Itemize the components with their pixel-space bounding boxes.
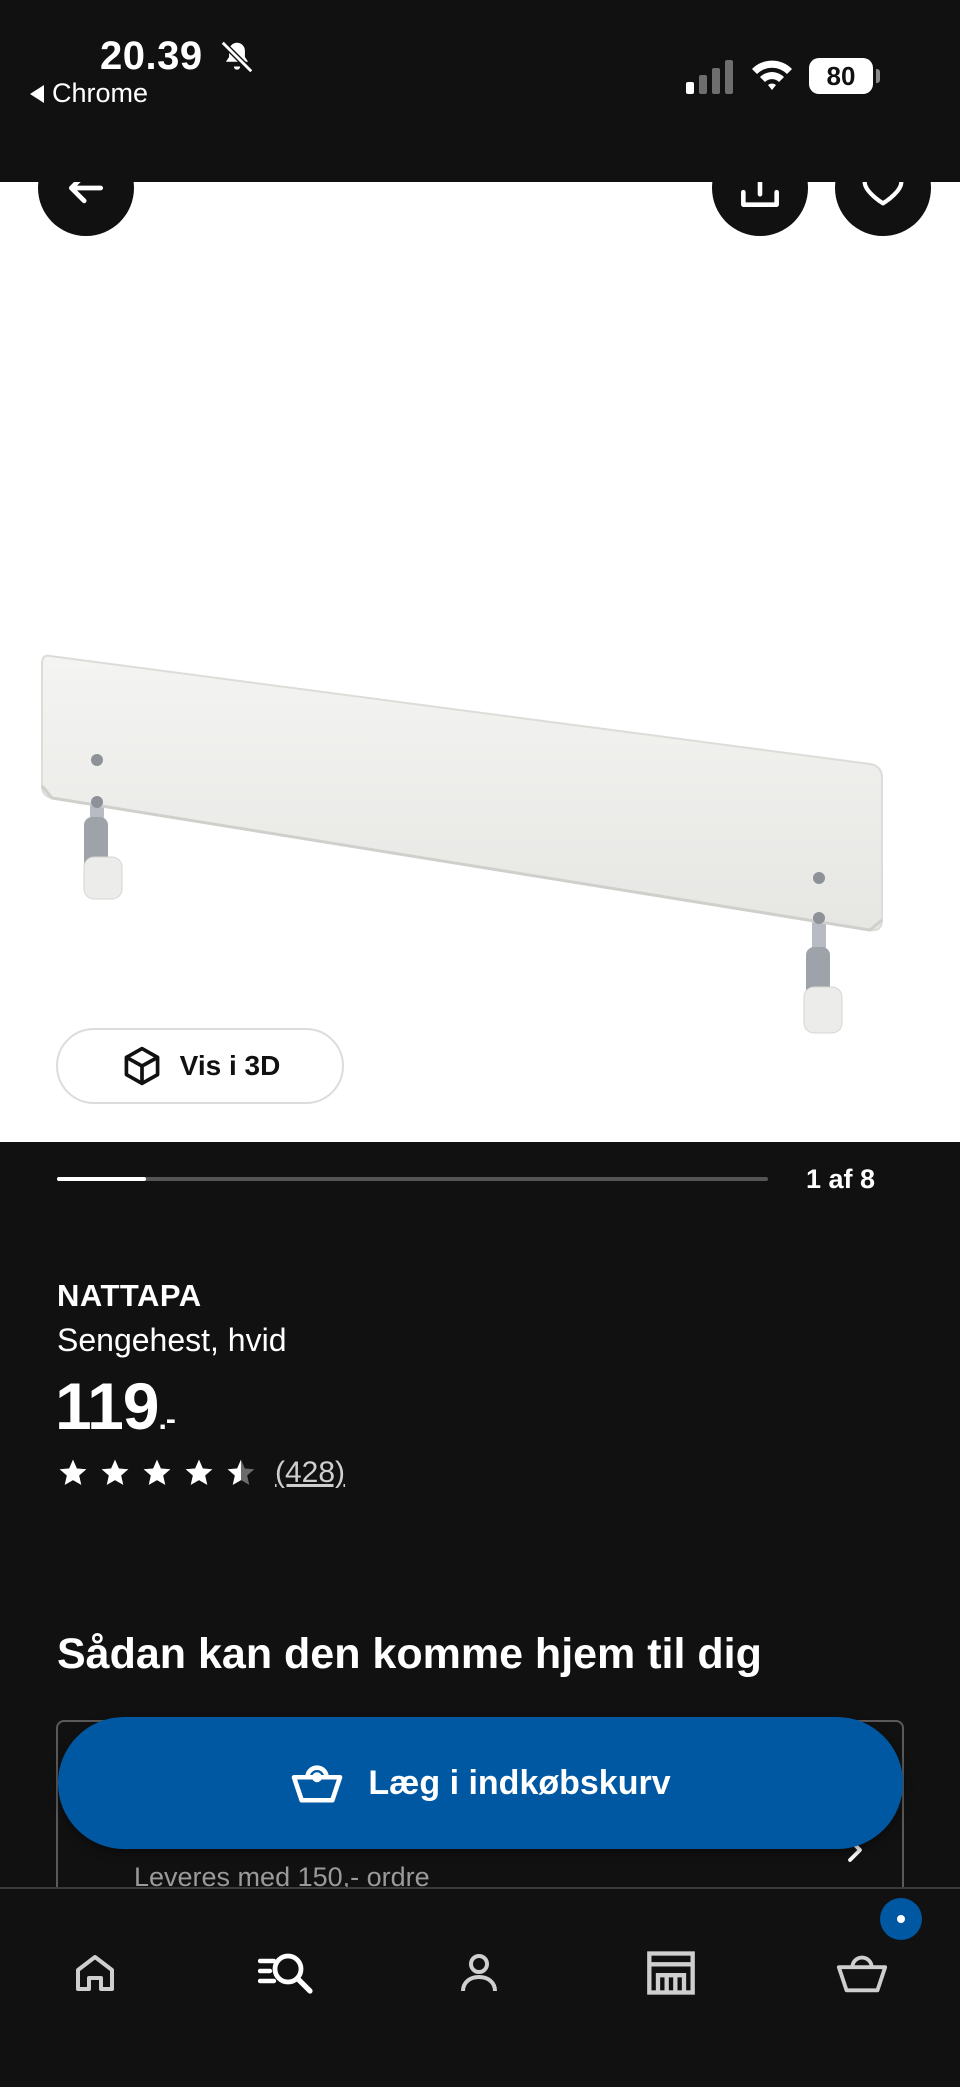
product-price: 119.- bbox=[55, 1368, 176, 1444]
product-image-gallery[interactable]: Vis i 3D bbox=[0, 182, 960, 1142]
product-rating[interactable]: (428) bbox=[57, 1456, 345, 1490]
nav-home[interactable] bbox=[67, 1945, 123, 2001]
bell-muted-icon bbox=[220, 40, 254, 74]
back-app-label: Chrome bbox=[52, 78, 149, 108]
gallery-page-indicator: 1 af 8 bbox=[806, 1164, 876, 1194]
gallery-progress-fill bbox=[57, 1177, 146, 1181]
gallery-progress-bar bbox=[57, 1177, 768, 1181]
share-button[interactable] bbox=[712, 182, 808, 236]
bottom-navigation bbox=[0, 1887, 960, 2087]
view-3d-label: Vis i 3D bbox=[179, 1050, 281, 1081]
status-time: 20.39 bbox=[100, 34, 203, 78]
back-to-app-link[interactable]: Chrome bbox=[30, 78, 148, 109]
cart-badge bbox=[880, 1898, 922, 1940]
basket-icon bbox=[292, 1765, 343, 1803]
back-triangle-icon bbox=[30, 84, 44, 103]
heart-icon bbox=[862, 182, 904, 206]
star-icon bbox=[143, 1459, 171, 1485]
battery-indicator: 80 bbox=[809, 58, 880, 94]
star-icon bbox=[227, 1459, 255, 1485]
wifi-icon bbox=[752, 60, 792, 90]
delivery-heading: Sådan kan den komme hjem til dig bbox=[57, 1630, 762, 1678]
star-icon bbox=[59, 1459, 87, 1485]
back-button[interactable] bbox=[38, 182, 134, 236]
cube-icon bbox=[124, 1046, 160, 1086]
product-image bbox=[40, 654, 883, 1034]
product-name: NATTAPA bbox=[57, 1278, 202, 1313]
basket-icon bbox=[836, 1955, 888, 1993]
favorite-button[interactable] bbox=[835, 182, 931, 236]
view-3d-button[interactable]: Vis i 3D bbox=[56, 1028, 344, 1104]
store-icon bbox=[647, 1951, 695, 1995]
home-icon bbox=[76, 1955, 114, 1991]
product-description: Sengehest, hvid bbox=[57, 1322, 287, 1358]
star-icon bbox=[185, 1459, 213, 1485]
nav-cart[interactable] bbox=[834, 1945, 890, 2001]
arrow-left-icon bbox=[68, 182, 104, 204]
share-icon bbox=[741, 182, 779, 207]
star-icon bbox=[101, 1459, 129, 1485]
cart-badge-dot bbox=[897, 1915, 905, 1923]
nav-search[interactable] bbox=[258, 1945, 314, 2001]
nav-profile[interactable] bbox=[451, 1945, 507, 2001]
nav-store[interactable] bbox=[643, 1945, 699, 2001]
cellular-signal-icon bbox=[686, 60, 733, 94]
add-to-cart-button[interactable]: Læg i indkøbskurv bbox=[58, 1717, 903, 1849]
rating-stars bbox=[57, 1457, 257, 1489]
price-suffix: .- bbox=[158, 1403, 175, 1436]
search-icon bbox=[258, 1953, 313, 1994]
status-bar: 20.39 Chrome 80 bbox=[0, 0, 960, 182]
add-to-cart-label: Læg i indkøbskurv bbox=[368, 1763, 671, 1802]
review-count-link[interactable]: (428) bbox=[275, 1456, 345, 1490]
price-value: 119 bbox=[55, 1369, 159, 1443]
user-icon bbox=[461, 1954, 497, 1992]
